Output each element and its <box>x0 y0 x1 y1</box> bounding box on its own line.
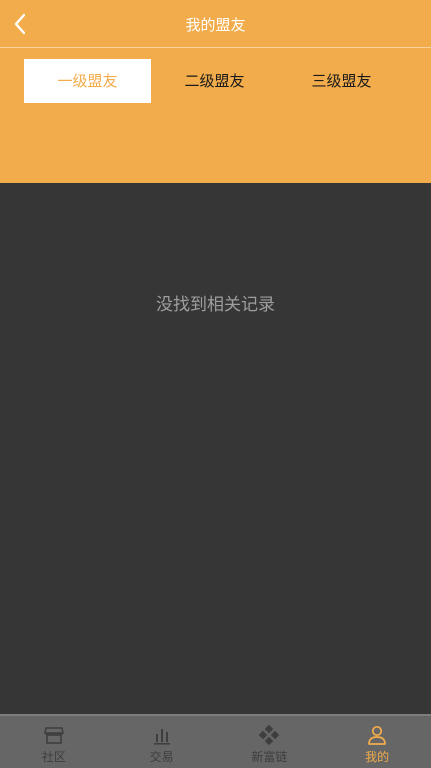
tab-level-2[interactable]: 二级盟友 <box>151 59 278 103</box>
empty-state-text: 没找到相关记录 <box>156 295 275 315</box>
level-tabs: 一级盟友 二级盟友 三级盟友 <box>24 59 407 103</box>
bar-chart-icon <box>151 724 173 746</box>
tabbar-label: 我的 <box>365 750 390 764</box>
diamond-grid-icon <box>258 724 280 746</box>
tabbar-item-community[interactable]: 社区 <box>0 716 108 768</box>
bottom-tabbar: 社区 交易 新富链 我的 <box>0 714 431 768</box>
tabbar-label: 社区 <box>41 750 66 764</box>
tabbar-label: 新富链 <box>251 750 288 764</box>
header-area: 我的盟友 一级盟友 二级盟友 三级盟友 <box>0 0 431 183</box>
tabbar-item-xinfulian[interactable]: 新富链 <box>216 716 324 768</box>
store-icon <box>43 724 65 746</box>
tab-level-3[interactable]: 三级盟友 <box>278 59 405 103</box>
tabbar-label: 交易 <box>149 750 174 764</box>
page-title: 我的盟友 <box>185 16 246 34</box>
tabbar-item-mine[interactable]: 我的 <box>323 716 431 768</box>
user-icon <box>366 724 388 746</box>
tab-level-1[interactable]: 一级盟友 <box>24 59 151 103</box>
navbar: 我的盟友 <box>0 0 431 48</box>
tabbar-item-trade[interactable]: 交易 <box>108 716 216 768</box>
